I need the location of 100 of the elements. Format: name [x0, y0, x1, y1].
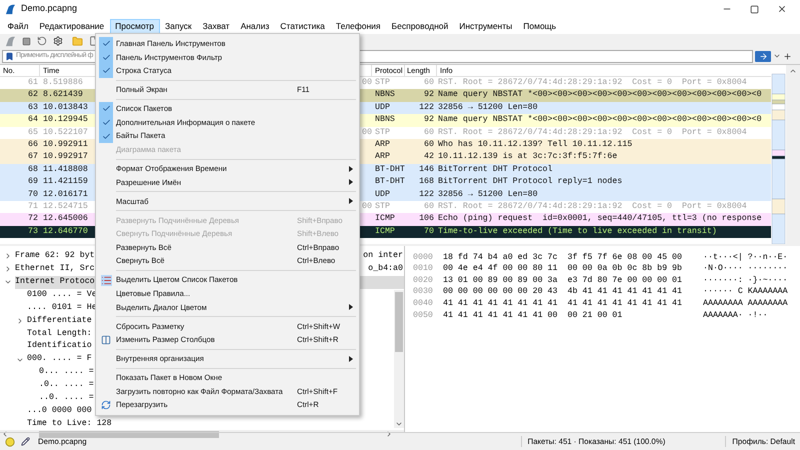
checkbox[interactable] [99, 102, 113, 116]
tree-item[interactable]: Frame 62: 92 byt [15, 250, 95, 263]
ascii-text: ·······: ·}·~···· [703, 274, 788, 287]
menu-bar-item[interactable]: Редактирование [34, 18, 110, 34]
table-cell-text: ICMP [374, 213, 396, 226]
menu-bar-item[interactable]: Просмотр [110, 18, 160, 34]
table-cell-text: ARP [374, 151, 391, 164]
table-cell-text: 10.11.12.139 is at 3c:7c:3f:f5:7f:6e [437, 151, 618, 164]
tree-item[interactable]: 0... .... = [39, 366, 94, 379]
bookmark-icon[interactable] [5, 52, 14, 60]
checkbox[interactable] [99, 129, 113, 143]
window-title: Demo.pcapng [21, 2, 78, 16]
table-cell-text: 42 [423, 151, 435, 164]
tree-item[interactable]: .0.. .... = [39, 378, 94, 392]
menu-bar-item[interactable]: Захват [197, 18, 236, 34]
scroll-up-icon[interactable] [789, 67, 797, 75]
tree-item[interactable]: ..0. .... = [39, 392, 94, 405]
start-capture-icon[interactable] [5, 36, 16, 46]
menu-bar-item[interactable]: Файл [2, 18, 34, 34]
settings-icon[interactable] [53, 36, 63, 46]
menu-bar-item[interactable]: Телефония [330, 18, 386, 34]
table-cell-text: 32856 → 51200 Len=80 [437, 102, 539, 114]
table-cell-text: STP [374, 77, 391, 89]
hex-offset: 0020 [413, 274, 434, 287]
hex-bytes: 00 4e e4 4f 00 00 80 11 00 00 0a 0b 0c 8b b9 9b [443, 263, 683, 276]
table-cell-text: 70 [423, 226, 435, 238]
tree-item[interactable]: Identificatio [27, 340, 92, 354]
table-cell-text: Echo (ping) request id=0x0001, seq=440/47105, ttl=3 (no response [437, 213, 763, 226]
ascii-text: ······ C KAAAAAAA [703, 286, 788, 298]
checkbox[interactable] [99, 37, 113, 51]
app-logo-icon[interactable] [5, 4, 16, 14]
scroll-left-icon[interactable] [1, 430, 9, 438]
apply-filter-button[interactable] [755, 50, 771, 62]
table-cell-text: 10.129945 [42, 114, 89, 126]
table-cell-text: BT-DHT [374, 164, 405, 176]
table-cell-text: ICMP [374, 226, 396, 238]
menu-bar-item[interactable]: Анализ [235, 18, 275, 34]
table-cell-text: 12.524715 [42, 200, 89, 213]
table-cell-text: 60 [423, 138, 435, 151]
checkbox[interactable] [99, 64, 113, 78]
menu-bar-item[interactable]: Запуск [160, 18, 198, 34]
table-cell-text: 70 [27, 188, 39, 201]
menu-bar-item[interactable]: Беспроводной [386, 18, 454, 34]
tree-item[interactable]: 000. .... = F [27, 353, 92, 366]
table-cell-text: 8.519886 [42, 77, 84, 89]
table-cell-text: 00 [362, 77, 372, 89]
menu-bar-item[interactable]: Помощь [518, 18, 562, 34]
maximize-icon[interactable] [750, 4, 759, 14]
table-cell-text: 12.645006 [42, 213, 89, 226]
table-cell-text: 60 [423, 200, 435, 213]
scroll-right-icon[interactable] [385, 430, 393, 438]
collapsed-caret-icon[interactable] [4, 252, 12, 260]
scrollbar[interactable] [394, 290, 404, 428]
table-cell-text: STP [374, 200, 391, 213]
collapsed-caret-icon[interactable] [16, 316, 24, 325]
hex-bytes: 00 00 00 00 00 00 20 43 4b 41 41 41 41 41 41 41 [443, 286, 683, 298]
tree-item[interactable]: Differentiate [27, 314, 92, 328]
tree-item[interactable]: Time to Live: 128 [27, 418, 112, 430]
table-cell-text: RST. Root = 28672/0/74:4d:28:29:1a:92 Cost = 0 Port = 0x8004 [437, 77, 748, 89]
add-filter-icon[interactable] [783, 52, 792, 60]
table-cell-text: 12.016171 [42, 188, 89, 201]
dropdown-icon[interactable] [773, 52, 781, 60]
table-cell-text: 146 [418, 164, 435, 176]
ascii-text: AAAAAAAA AAAAAAAA [703, 298, 788, 310]
collapsed-caret-icon[interactable] [4, 265, 12, 274]
table-cell-text: 00 [362, 200, 372, 213]
table-cell-text: 10.992911 [42, 138, 89, 151]
table-cell-text: 71 [27, 200, 39, 213]
tree-item[interactable]: Ethernet II, Src [15, 262, 95, 276]
table-cell-text: 10.013843 [42, 102, 89, 114]
ascii-text: AAAAAAA· ·!·· [703, 310, 768, 322]
hex-bytes: 41 41 41 41 41 41 41 00 00 21 00 01 [443, 310, 624, 322]
table-cell-text: 11.418808 [42, 164, 89, 176]
table-cell-text: 60 [423, 77, 435, 89]
table-cell-text: RST. Root = 28672/0/74:4d:28:29:1a:92 Cost = 0 Port = 0x8004 [437, 126, 748, 139]
hex-offset: 0050 [413, 310, 434, 322]
status-indicator-icon[interactable] [5, 436, 15, 446]
ascii-text: ·N·O···· ········ [703, 263, 788, 276]
close-icon[interactable] [777, 4, 787, 14]
table-cell-text: 92 [423, 114, 435, 126]
menu-bar-item[interactable]: Статистика [274, 18, 330, 34]
menu-bar-item[interactable]: Инструменты [454, 18, 518, 34]
table-cell-text: NBNS [374, 114, 396, 126]
restart-icon[interactable] [37, 36, 47, 46]
edit-icon[interactable] [21, 437, 30, 446]
tree-item[interactable]: ...0 0000 000 [27, 404, 92, 418]
scrollbar[interactable] [786, 65, 800, 244]
table-cell-text: 61 [27, 77, 39, 89]
tree-item[interactable]: Total Length: [27, 327, 92, 340]
hex-bytes: 18 fd 74 b4 a0 ed 3c 7c 3f f5 7f 6e 08 00 45 00 [443, 252, 683, 264]
table-cell-text: BitTorrent DHT Protocol [437, 164, 554, 176]
table-cell-text: Name query NBSTAT *<00><00><00><00><00><00><00><00><00><00><00><0 [437, 89, 763, 102]
table-cell-text: BitTorrent DHT Protocol reply=1 nodes [437, 176, 624, 188]
hex-bytes: 41 41 41 41 41 41 41 41 41 41 41 41 41 41 41 41 [443, 298, 683, 310]
ascii-text: ··t···<| ?··n··E· [703, 252, 788, 264]
table-cell-text: 68 [27, 164, 39, 176]
table-cell-text: RST. Root = 28672/0/74:4d:28:29:1a:92 Cost = 0 Port = 0x8004 [437, 200, 748, 213]
hex-offset: 0030 [413, 286, 434, 298]
table-cell-text: ARP [374, 138, 391, 151]
stop-icon[interactable] [22, 36, 31, 46]
